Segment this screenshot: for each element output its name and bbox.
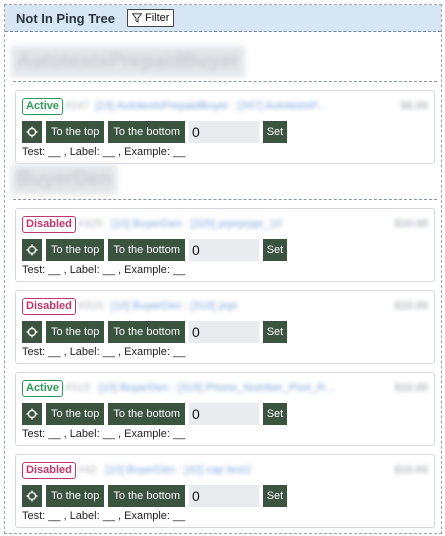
offer-link[interactable]: [23] AutotestsPrepaidBuyer : [347] Autot… <box>96 100 395 112</box>
position-input[interactable] <box>188 239 259 261</box>
panel-header: Not In Ping Tree Filter <box>5 5 441 32</box>
offer-price: $10.00 <box>394 464 428 476</box>
to-the-top-button[interactable]: To the top <box>46 321 105 343</box>
offer-card: Active #315: [10] BuyerDen : [315] Phone… <box>15 372 435 446</box>
panel-content: AutotestsPrepaidBuyer Active #247 [23] A… <box>5 32 441 528</box>
offer-meta: Test: __ , Label: __ , Example: __ <box>22 510 186 522</box>
crosshair-icon <box>26 408 38 420</box>
offer-price: $10.00 <box>394 218 428 230</box>
offer-id: #315: <box>65 382 93 394</box>
offer-id: #247 <box>65 100 90 112</box>
offer-link[interactable]: [10] BuyerDen : [325] prprprppr_10 <box>111 218 388 230</box>
to-the-bottom-button[interactable]: To the bottom <box>108 239 185 261</box>
offer-price: $10.00 <box>394 382 428 394</box>
position-input[interactable] <box>188 403 259 425</box>
status-badge: Disabled <box>22 461 76 479</box>
locate-button[interactable] <box>22 485 42 507</box>
set-button[interactable]: Set <box>262 321 287 343</box>
status-badge: Active <box>22 379 64 397</box>
not-in-ping-tree-panel: Not In Ping Tree Filter AutotestsPrepaid… <box>4 4 442 534</box>
to-the-top-button[interactable]: To the top <box>46 485 105 507</box>
offer-controls: To the top To the bottom Set <box>22 403 428 425</box>
offer-link[interactable]: [10] BuyerDen : [315] Phone_Number_Pool_… <box>99 382 389 394</box>
offer-controls: To the top To the bottom Set <box>22 485 428 507</box>
buyer-group-title: BuyerDen <box>11 164 118 195</box>
offer-id: #319: <box>77 300 106 312</box>
filter-icon <box>131 13 142 23</box>
offer-card-header: Disabled #325: [10] BuyerDen : [325] prp… <box>22 215 428 233</box>
set-button[interactable]: Set <box>262 403 287 425</box>
position-input[interactable] <box>188 321 259 343</box>
to-the-bottom-button[interactable]: To the bottom <box>108 321 185 343</box>
offer-card: Active #247 [23] AutotestsPrepaidBuyer :… <box>15 90 435 164</box>
offer-price: $6.00 <box>400 100 428 112</box>
buyer-group-title: AutotestsPrepaidBuyer <box>11 46 246 77</box>
to-the-bottom-button[interactable]: To the bottom <box>108 485 185 507</box>
offer-id: #325: <box>77 218 106 230</box>
panel-title: Not In Ping Tree <box>16 10 115 26</box>
locate-button[interactable] <box>22 121 42 143</box>
set-button[interactable]: Set <box>262 121 287 143</box>
set-button[interactable]: Set <box>262 485 287 507</box>
set-button[interactable]: Set <box>262 239 287 261</box>
offer-card-header: Active #315: [10] BuyerDen : [315] Phone… <box>22 379 428 397</box>
locate-button[interactable] <box>22 403 42 425</box>
offer-link[interactable]: [10] BuyerDen : [319] prpr <box>111 300 388 312</box>
status-badge: Disabled <box>22 215 76 233</box>
position-input[interactable] <box>188 121 259 143</box>
group-divider <box>13 81 437 82</box>
to-the-bottom-button[interactable]: To the bottom <box>108 121 185 143</box>
filter-label: Filter <box>144 12 170 24</box>
crosshair-icon <box>26 490 38 502</box>
offer-card: Disabled #325: [10] BuyerDen : [325] prp… <box>15 208 435 282</box>
to-the-top-button[interactable]: To the top <box>46 403 105 425</box>
status-badge: Disabled <box>22 297 76 315</box>
offer-card: Disabled #319: [10] BuyerDen : [319] prp… <box>15 290 435 364</box>
crosshair-icon <box>26 244 38 256</box>
crosshair-icon <box>26 326 38 338</box>
filter-button[interactable]: Filter <box>126 9 175 27</box>
offer-card-header: Active #247 [23] AutotestsPrepaidBuyer :… <box>22 97 428 115</box>
offer-controls: To the top To the bottom Set <box>22 239 428 261</box>
position-input[interactable] <box>188 485 259 507</box>
locate-button[interactable] <box>22 239 42 261</box>
offer-meta: Test: __ , Label: __ , Example: __ <box>22 264 186 276</box>
to-the-top-button[interactable]: To the top <box>46 121 105 143</box>
crosshair-icon <box>26 126 38 138</box>
offer-meta: Test: __ , Label: __ , Example: __ <box>22 428 186 440</box>
offer-card-header: Disabled #319: [10] BuyerDen : [319] prp… <box>22 297 428 315</box>
to-the-top-button[interactable]: To the top <box>46 239 105 261</box>
status-badge: Active <box>22 97 64 115</box>
offer-price: $10.00 <box>394 300 428 312</box>
offer-meta: Test: __ , Label: __ , Example: __ <box>22 346 186 358</box>
offer-meta: Test: __ , Label: __ , Example: __ <box>22 146 186 158</box>
group-divider <box>13 199 437 200</box>
locate-button[interactable] <box>22 321 42 343</box>
offer-link[interactable]: [10] BuyerDen : [42] cap test2 <box>105 464 388 476</box>
offer-id: #42: <box>77 464 100 476</box>
offer-controls: To the top To the bottom Set <box>22 321 428 343</box>
offer-card-header: Disabled #42: [10] BuyerDen : [42] cap t… <box>22 461 428 479</box>
to-the-bottom-button[interactable]: To the bottom <box>108 403 185 425</box>
offer-controls: To the top To the bottom Set <box>22 121 428 143</box>
offer-card: Disabled #42: [10] BuyerDen : [42] cap t… <box>15 454 435 528</box>
